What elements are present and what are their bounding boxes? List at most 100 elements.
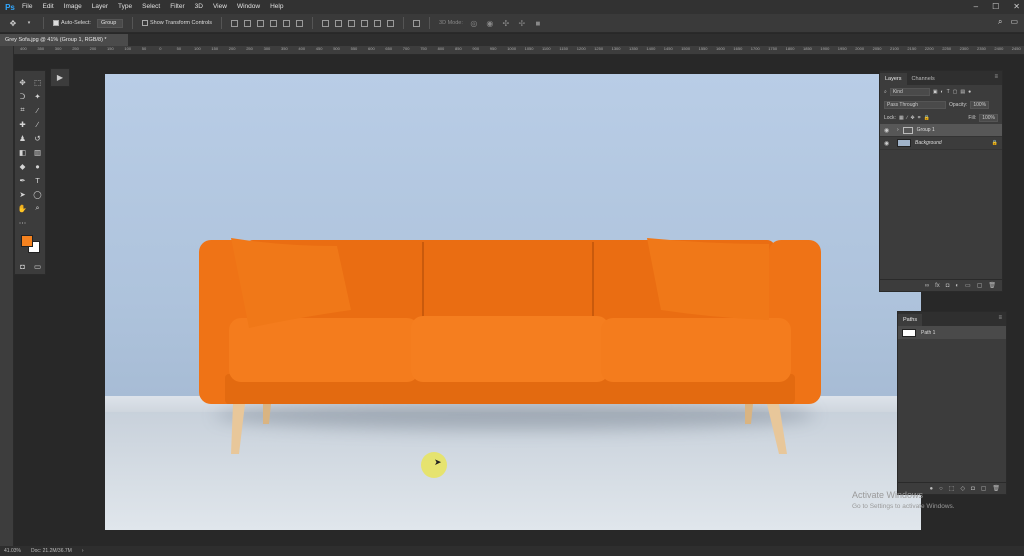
layer-name[interactable]: Background <box>915 140 942 146</box>
drag-icon[interactable]: ✣ <box>501 18 511 28</box>
lock-all-icon[interactable]: 🔒 <box>924 115 930 121</box>
align-middle-icon[interactable] <box>244 19 252 27</box>
menu-type[interactable]: Type <box>113 0 137 14</box>
distribute-icon[interactable] <box>348 19 356 27</box>
visibility-eye-icon[interactable]: ◉ <box>884 127 893 134</box>
expand-arrow-icon[interactable]: › <box>897 127 899 133</box>
add-mask-icon[interactable]: ◘ <box>971 486 975 492</box>
filter-kind-select[interactable]: Kind <box>889 87 930 96</box>
panel-menu-icon[interactable]: ≡ <box>998 315 1002 321</box>
opacity-input[interactable]: 100% <box>970 100 990 109</box>
blend-mode-select[interactable]: Pass Through <box>884 100 946 109</box>
delete-layer-icon[interactable]: 🗑 <box>988 282 996 289</box>
path-selection-icon[interactable]: ➤ <box>18 189 28 199</box>
orbit-icon[interactable]: ◎ <box>469 18 479 28</box>
menu-layer[interactable]: Layer <box>87 0 113 14</box>
distribute-icon[interactable] <box>374 19 382 27</box>
menu-window[interactable]: Window <box>232 0 265 14</box>
zoom-tool-icon[interactable]: ⌕ <box>33 203 43 213</box>
maximize-button[interactable]: ☐ <box>992 0 999 14</box>
fill-input[interactable]: 100% <box>979 113 998 122</box>
distribute-icon[interactable] <box>361 19 369 27</box>
video-icon[interactable]: ■ <box>533 18 543 28</box>
shape-tool-icon[interactable]: ◯ <box>33 189 43 199</box>
layer-row-background[interactable]: ◉ Background 🔒 <box>880 137 1002 150</box>
screen-mode-icon[interactable]: ▭ <box>33 261 43 271</box>
history-brush-icon[interactable]: ↺ <box>33 133 43 143</box>
distribute-icon[interactable] <box>322 19 330 27</box>
search-icon[interactable]: ⌕ <box>998 17 1002 27</box>
panel-menu-icon[interactable]: ≡ <box>994 74 998 80</box>
status-arrow-icon[interactable]: › <box>82 548 84 554</box>
type-tool-icon[interactable]: T <box>33 175 43 185</box>
vertical-ruler[interactable] <box>0 46 14 546</box>
roll-icon[interactable]: ◉ <box>485 18 495 28</box>
play-icon[interactable]: ▶ <box>50 68 70 87</box>
distribute-icon[interactable] <box>387 19 395 27</box>
slide-icon[interactable]: ✢ <box>517 18 527 28</box>
blur-tool-icon[interactable]: ◆ <box>18 161 28 171</box>
link-layers-icon[interactable]: ∞ <box>925 283 929 289</box>
healing-brush-icon[interactable]: ✚ <box>18 119 28 129</box>
document-canvas[interactable]: ➤ <box>105 74 921 530</box>
menu-select[interactable]: Select <box>137 0 165 14</box>
lasso-tool-icon[interactable]: ᑐ <box>18 91 28 101</box>
auto-select-checkbox[interactable]: Auto-Select: <box>53 20 91 26</box>
brush-tool-icon[interactable]: ∕ <box>33 119 43 129</box>
lock-pixels-icon[interactable]: ▦ <box>899 115 904 121</box>
menu-3d[interactable]: 3D <box>190 0 208 14</box>
add-mask-icon[interactable]: ◘ <box>946 283 950 289</box>
color-swatches[interactable] <box>15 233 45 259</box>
layer-row-group-1[interactable]: ◉ › Group 1 <box>880 124 1002 137</box>
filter-toggle-icon[interactable]: ● <box>968 89 971 95</box>
move-tool-icon[interactable]: ✥ <box>8 18 18 28</box>
align-bottom-icon[interactable] <box>257 19 265 27</box>
new-layer-icon[interactable]: ▢ <box>977 282 983 289</box>
menu-file[interactable]: File <box>17 0 37 14</box>
menu-image[interactable]: Image <box>59 0 87 14</box>
filter-adjust-icon[interactable]: ◐ <box>941 89 944 95</box>
new-group-icon[interactable]: ▭ <box>965 282 971 289</box>
chevron-down-icon[interactable]: ▾ <box>24 18 34 28</box>
eraser-icon[interactable]: ◧ <box>18 147 28 157</box>
lock-artboard-icon[interactable]: ⌗ <box>918 115 921 121</box>
dodge-tool-icon[interactable]: ● <box>33 161 43 171</box>
menu-view[interactable]: View <box>208 0 232 14</box>
auto-select-dropdown[interactable]: Group <box>96 18 123 28</box>
path-row[interactable]: Path 1 <box>898 326 1006 339</box>
align-top-icon[interactable] <box>231 19 239 27</box>
visibility-eye-icon[interactable]: ◉ <box>884 140 893 147</box>
filter-type-icon[interactable]: T <box>947 89 950 95</box>
document-tab[interactable]: Grey Sofa.jpg @ 41% (Group 1, RGB/8) * <box>0 34 128 46</box>
pen-tool-icon[interactable]: ✒ <box>18 175 28 185</box>
lock-position-icon[interactable]: ✥ <box>911 115 915 121</box>
new-path-icon[interactable]: ▢ <box>981 485 987 492</box>
fx-icon[interactable]: fx <box>935 283 940 289</box>
menu-edit[interactable]: Edit <box>37 0 58 14</box>
marquee-tool-icon[interactable]: ⬚ <box>33 77 43 87</box>
filter-pixel-icon[interactable]: ▣ <box>933 89 938 95</box>
show-transform-checkbox[interactable]: Show Transform Controls <box>141 20 212 26</box>
move-tool-icon[interactable]: ✥ <box>18 77 28 87</box>
more-tools-icon[interactable]: ⋯ <box>18 217 28 227</box>
align-left-icon[interactable] <box>270 19 278 27</box>
tab-paths[interactable]: Paths <box>898 314 923 326</box>
zoom-level[interactable]: 41.03% <box>4 548 21 554</box>
tab-channels[interactable]: Channels <box>907 73 940 85</box>
filter-smart-icon[interactable]: ▤ <box>960 89 965 95</box>
quick-mask-icon[interactable]: ◘ <box>18 261 28 271</box>
distribute-icon[interactable] <box>335 19 343 27</box>
menu-filter[interactable]: Filter <box>165 0 189 14</box>
lock-paint-icon[interactable]: ∕ <box>907 115 908 121</box>
crop-tool-icon[interactable]: ⌗ <box>18 105 28 115</box>
make-work-path-icon[interactable]: ◇ <box>960 485 965 492</box>
minimize-button[interactable]: – <box>974 0 978 14</box>
filter-shape-icon[interactable]: ▢ <box>953 89 958 95</box>
workspace-icon[interactable]: ▭ <box>1010 17 1018 27</box>
tab-layers[interactable]: Layers <box>880 73 907 85</box>
path-name[interactable]: Path 1 <box>921 330 935 336</box>
eyedropper-icon[interactable]: ⁄ <box>33 105 43 115</box>
adjustment-layer-icon[interactable]: ◐ <box>955 283 959 289</box>
photoshop-logo[interactable]: Ps <box>3 0 17 14</box>
menu-help[interactable]: Help <box>265 0 288 14</box>
